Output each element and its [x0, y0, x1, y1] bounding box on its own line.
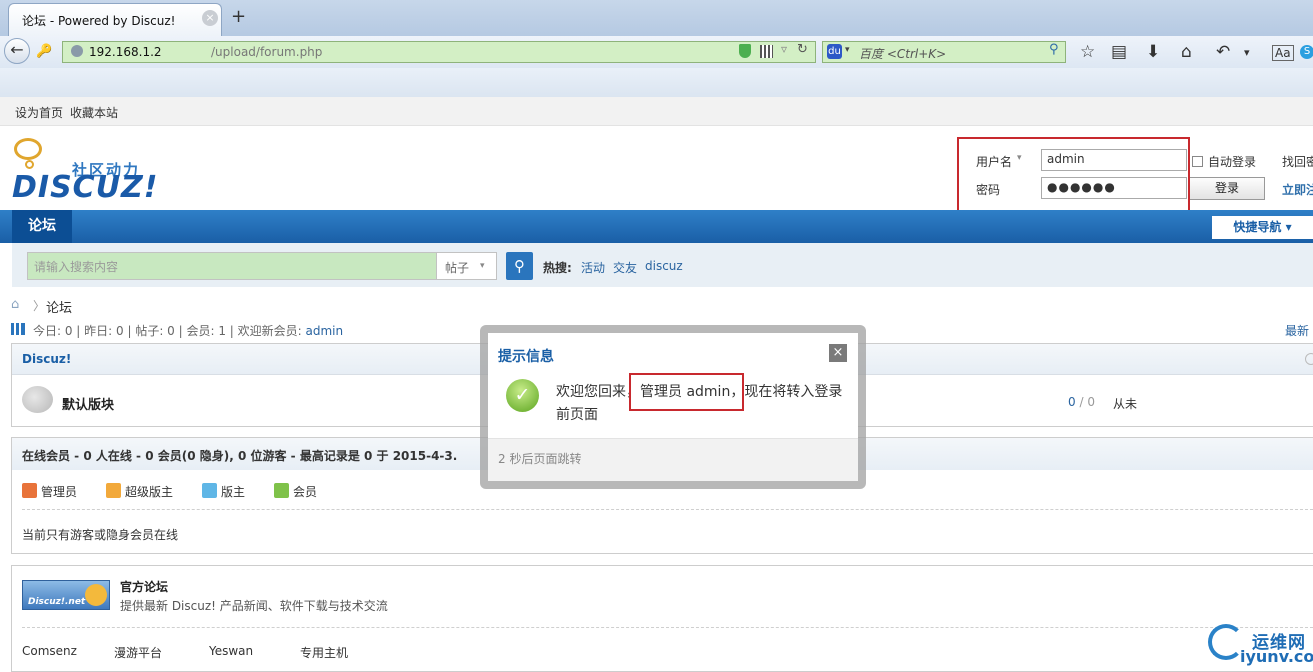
- legend-moderator: 版主: [221, 485, 246, 499]
- banner-bubble-icon: [85, 584, 107, 606]
- qr-icon[interactable]: [760, 45, 773, 58]
- logo-bubble-icon: [14, 138, 42, 160]
- forum-stats-text: 今日: 0 | 昨日: 0 | 帖子: 0 | 会员: 1 | 欢迎新会员:: [33, 324, 306, 338]
- logo-bubble-small-icon: [25, 160, 34, 169]
- tab-title: 论坛 - Powered by Discuz!: [22, 14, 176, 28]
- forum-stats: 今日: 0 | 昨日: 0 | 帖子: 0 | 会员: 1 | 欢迎新会员: a…: [33, 322, 343, 339]
- legend-super-moderator: 超级版主: [125, 485, 174, 499]
- breadcrumb-current[interactable]: 论坛: [46, 297, 72, 316]
- home-icon[interactable]: ⌂: [11, 297, 19, 312]
- collapse-icon[interactable]: [1305, 353, 1313, 365]
- bookmarks-toolbar: [0, 68, 1313, 98]
- legend-admin: 管理员: [41, 485, 78, 499]
- url-path: /upload/forum.php: [211, 45, 323, 59]
- official-forum-desc: 提供最新 Discuz! 产品新闻、软件下载与技术交流: [120, 599, 388, 613]
- online-title[interactable]: 在线会员 - 0 人在线 - 0 会员(0 隐身), 0 位游客 - 最高记录是…: [22, 447, 457, 464]
- forum-threads: 0: [1068, 395, 1076, 409]
- menu-icon[interactable]: ▾: [1244, 46, 1250, 59]
- new-member-link[interactable]: admin: [306, 324, 344, 338]
- admin-legend-icon: [22, 483, 37, 498]
- globe-icon: [71, 45, 83, 57]
- back-icon[interactable]: ←: [4, 38, 30, 64]
- forum-search-input[interactable]: 请输入搜索内容: [27, 252, 437, 280]
- friend-link-manyou[interactable]: 漫游平台: [114, 644, 162, 661]
- divider: [22, 627, 1313, 628]
- auto-login-checkbox[interactable]: [1192, 156, 1203, 167]
- login-button[interactable]: 登录: [1189, 177, 1265, 200]
- friend-links-box: [11, 565, 1313, 672]
- identity-icon[interactable]: 🔑: [36, 44, 52, 59]
- redirect-countdown[interactable]: 2 秒后页面跳转: [498, 450, 581, 467]
- discuz-banner[interactable]: Discuz!.net: [22, 580, 110, 610]
- forum-last-post: 从未: [1113, 397, 1138, 411]
- browser-search-placeholder: 百度 <Ctrl+K>: [859, 47, 947, 61]
- dialog-message-line2: 前页面: [556, 407, 598, 423]
- quick-nav-button[interactable]: 快捷导航 ▾: [1212, 216, 1313, 239]
- browser-search-bar[interactable]: du ▾ 百度 <Ctrl+K> ⚲: [822, 41, 1066, 63]
- friend-link-comsenz[interactable]: Comsenz: [22, 644, 77, 658]
- legend-member: 会员: [293, 485, 318, 499]
- find-password-link[interactable]: 找回密: [1282, 153, 1313, 170]
- logo[interactable]: DISCUZ!: [12, 170, 158, 205]
- search-button[interactable]: ⚲: [506, 252, 533, 280]
- hot-link-activity[interactable]: 活动: [581, 259, 605, 276]
- url-host: 192.168.1.2: [89, 45, 162, 59]
- stats-icon: [11, 323, 25, 335]
- home-icon[interactable]: ⌂: [1181, 42, 1192, 62]
- skype-icon[interactable]: S: [1300, 45, 1313, 59]
- hot-link-friends[interactable]: 交友: [613, 259, 637, 276]
- search-type-select[interactable]: 帖子: [437, 252, 497, 280]
- engine-caret-icon[interactable]: ▾: [845, 45, 850, 55]
- member-legend-icon: [274, 483, 289, 498]
- hot-search-label: 热搜:: [543, 261, 572, 275]
- reload-icon[interactable]: ↻: [797, 42, 808, 57]
- banner-text: Discuz!.net: [28, 597, 86, 607]
- watermark-logo-icon: [1208, 624, 1244, 660]
- moderator-legend-icon: [202, 483, 217, 498]
- star-icon[interactable]: ☆: [1080, 42, 1095, 62]
- main-nav: [0, 210, 1313, 243]
- shield-icon[interactable]: [739, 44, 751, 58]
- top-links-bar: [0, 97, 1313, 126]
- online-empty-text: 当前只有游客或隐身会员在线: [22, 528, 179, 542]
- browser-tab[interactable]: 论坛 - Powered by Discuz! ×: [8, 3, 222, 36]
- watermark-en: iyunv.com: [1240, 647, 1313, 666]
- tab-close-icon[interactable]: ×: [202, 10, 218, 26]
- forum-icon: [22, 386, 53, 413]
- download-icon[interactable]: ⬇: [1146, 42, 1160, 62]
- breadcrumb-separator: 〉: [33, 299, 46, 313]
- success-check-icon: ✓: [506, 379, 539, 412]
- forum-counts: 0 / 0: [1068, 395, 1095, 409]
- hot-link-discuz[interactable]: discuz: [645, 259, 683, 273]
- search-icon[interactable]: ⚲: [1049, 42, 1059, 57]
- clipboard-icon[interactable]: ▤: [1111, 42, 1127, 62]
- baidu-icon[interactable]: du: [827, 44, 842, 59]
- admin-highlight-box: [629, 373, 744, 411]
- nav-tab-forum[interactable]: 论坛: [12, 210, 72, 243]
- auto-login-label[interactable]: 自动登录: [1208, 153, 1256, 170]
- close-icon[interactable]: ×: [829, 344, 847, 362]
- set-home-link[interactable]: 设为首页: [15, 104, 63, 121]
- latest-posts-link[interactable]: 最新: [1285, 322, 1309, 339]
- search-type-caret-icon[interactable]: ▾: [480, 261, 485, 271]
- url-bar[interactable]: 192.168.1.2 /upload/forum.php ▿ ↻: [62, 41, 816, 63]
- divider: [22, 509, 1313, 510]
- friend-link-yeswan[interactable]: Yeswan: [209, 644, 253, 658]
- super-moderator-legend-icon: [106, 483, 121, 498]
- new-tab-icon[interactable]: +: [231, 6, 246, 27]
- forum-name[interactable]: 默认版块: [62, 394, 114, 413]
- bookmark-site-link[interactable]: 收藏本站: [70, 104, 118, 121]
- undo-icon[interactable]: ↶: [1216, 42, 1230, 62]
- category-title[interactable]: Discuz!: [22, 352, 71, 366]
- search-icon: ⚲: [514, 257, 525, 275]
- register-link[interactable]: 立即注: [1282, 181, 1313, 198]
- forum-posts: 0: [1087, 395, 1095, 409]
- bookmark-star-icon[interactable]: ▿: [781, 42, 787, 56]
- login-highlight-box: [957, 137, 1190, 215]
- translate-icon[interactable]: Aa: [1272, 45, 1294, 61]
- official-forum-title[interactable]: 官方论坛: [120, 578, 168, 595]
- dialog-title: 提示信息: [498, 349, 554, 365]
- friend-link-hosting[interactable]: 专用主机: [300, 644, 348, 661]
